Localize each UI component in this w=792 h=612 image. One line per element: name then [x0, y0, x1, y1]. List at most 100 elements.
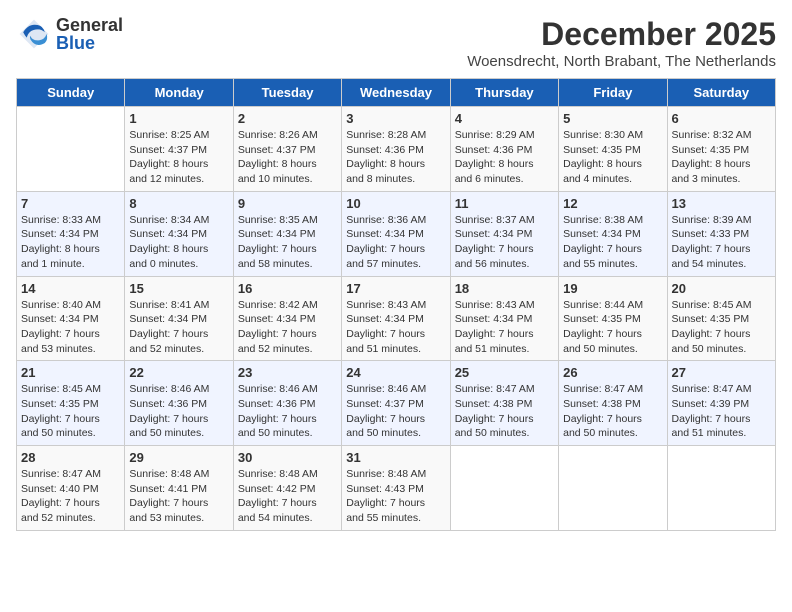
calendar-cell: 4 Sunrise: 8:29 AMSunset: 4:36 PMDaylight… — [450, 107, 558, 192]
day-info: Sunrise: 8:29 AMSunset: 4:36 PMDaylight:… — [455, 128, 554, 187]
day-info: Sunrise: 8:47 AMSunset: 4:38 PMDaylight:… — [455, 382, 554, 441]
day-number: 10 — [346, 196, 445, 211]
weekday-header-tuesday: Tuesday — [233, 79, 341, 107]
day-number: 11 — [455, 196, 554, 211]
weekday-header-thursday: Thursday — [450, 79, 558, 107]
calendar-week-4: 21 Sunrise: 8:45 AMSunset: 4:35 PMDayligh… — [17, 361, 776, 446]
logo-text: General Blue — [56, 16, 123, 52]
calendar-cell: 12 Sunrise: 8:38 AMSunset: 4:34 PMDayligh… — [559, 191, 667, 276]
day-number: 6 — [672, 111, 771, 126]
day-info: Sunrise: 8:43 AMSunset: 4:34 PMDaylight:… — [455, 298, 554, 357]
calendar-cell: 15 Sunrise: 8:41 AMSunset: 4:34 PMDayligh… — [125, 276, 233, 361]
day-info: Sunrise: 8:42 AMSunset: 4:34 PMDaylight:… — [238, 298, 337, 357]
day-number: 28 — [21, 450, 120, 465]
calendar-cell: 6 Sunrise: 8:32 AMSunset: 4:35 PMDaylight… — [667, 107, 775, 192]
day-number: 13 — [672, 196, 771, 211]
day-number: 1 — [129, 111, 228, 126]
calendar-cell — [450, 446, 558, 531]
day-info: Sunrise: 8:41 AMSunset: 4:34 PMDaylight:… — [129, 298, 228, 357]
day-info: Sunrise: 8:25 AMSunset: 4:37 PMDaylight:… — [129, 128, 228, 187]
logo: General Blue — [16, 16, 123, 52]
day-number: 17 — [346, 281, 445, 296]
day-number: 14 — [21, 281, 120, 296]
day-number: 3 — [346, 111, 445, 126]
day-info: Sunrise: 8:48 AMSunset: 4:42 PMDaylight:… — [238, 467, 337, 526]
day-number: 16 — [238, 281, 337, 296]
day-info: Sunrise: 8:47 AMSunset: 4:38 PMDaylight:… — [563, 382, 662, 441]
calendar-cell: 21 Sunrise: 8:45 AMSunset: 4:35 PMDayligh… — [17, 361, 125, 446]
day-number: 30 — [238, 450, 337, 465]
day-info: Sunrise: 8:32 AMSunset: 4:35 PMDaylight:… — [672, 128, 771, 187]
calendar-cell: 13Sunrise: 8:39 AMSunset: 4:33 PMDayligh… — [667, 191, 775, 276]
day-number: 26 — [563, 365, 662, 380]
location-subtitle: Woensdrecht, North Brabant, The Netherla… — [467, 53, 776, 70]
calendar-header: SundayMondayTuesdayWednesdayThursdayFrid… — [17, 79, 776, 107]
day-info: Sunrise: 8:46 AMSunset: 4:36 PMDaylight:… — [238, 382, 337, 441]
day-info: Sunrise: 8:30 AMSunset: 4:35 PMDaylight:… — [563, 128, 662, 187]
calendar-cell: 18 Sunrise: 8:43 AMSunset: 4:34 PMDayligh… — [450, 276, 558, 361]
day-number: 31 — [346, 450, 445, 465]
calendar-cell — [17, 107, 125, 192]
calendar-cell: 30 Sunrise: 8:48 AMSunset: 4:42 PMDayligh… — [233, 446, 341, 531]
day-number: 5 — [563, 111, 662, 126]
day-info: Sunrise: 8:47 AMSunset: 4:40 PMDaylight:… — [21, 467, 120, 526]
day-number: 2 — [238, 111, 337, 126]
day-number: 7 — [21, 196, 120, 211]
day-info: Sunrise: 8:46 AMSunset: 4:37 PMDaylight:… — [346, 382, 445, 441]
day-number: 18 — [455, 281, 554, 296]
day-number: 20 — [672, 281, 771, 296]
day-number: 15 — [129, 281, 228, 296]
day-number: 4 — [455, 111, 554, 126]
month-title: December 2025 — [467, 16, 776, 53]
calendar-week-5: 28 Sunrise: 8:47 AMSunset: 4:40 PMDayligh… — [17, 446, 776, 531]
day-info: Sunrise: 8:48 AMSunset: 4:43 PMDaylight:… — [346, 467, 445, 526]
calendar-cell: 22 Sunrise: 8:46 AMSunset: 4:36 PMDayligh… — [125, 361, 233, 446]
day-number: 29 — [129, 450, 228, 465]
day-number: 25 — [455, 365, 554, 380]
logo-blue: Blue — [56, 34, 123, 52]
calendar-cell: 25 Sunrise: 8:47 AMSunset: 4:38 PMDayligh… — [450, 361, 558, 446]
calendar-cell: 5 Sunrise: 8:30 AMSunset: 4:35 PMDaylight… — [559, 107, 667, 192]
day-info: Sunrise: 8:33 AMSunset: 4:34 PMDaylight:… — [21, 213, 120, 272]
calendar-cell: 31 Sunrise: 8:48 AMSunset: 4:43 PMDayligh… — [342, 446, 450, 531]
calendar-cell: 20Sunrise: 8:45 AMSunset: 4:35 PMDayligh… — [667, 276, 775, 361]
calendar-cell: 3 Sunrise: 8:28 AMSunset: 4:36 PMDaylight… — [342, 107, 450, 192]
day-number: 22 — [129, 365, 228, 380]
calendar-cell — [559, 446, 667, 531]
logo-general: General — [56, 16, 123, 34]
day-number: 8 — [129, 196, 228, 211]
day-number: 12 — [563, 196, 662, 211]
calendar-table: SundayMondayTuesdayWednesdayThursdayFrid… — [16, 78, 776, 531]
calendar-cell: 28 Sunrise: 8:47 AMSunset: 4:40 PMDayligh… — [17, 446, 125, 531]
weekday-header-sunday: Sunday — [17, 79, 125, 107]
calendar-cell: 27Sunrise: 8:47 AMSunset: 4:39 PMDayligh… — [667, 361, 775, 446]
day-info: Sunrise: 8:34 AMSunset: 4:34 PMDaylight:… — [129, 213, 228, 272]
calendar-cell: 2 Sunrise: 8:26 AMSunset: 4:37 PMDaylight… — [233, 107, 341, 192]
calendar-cell: 26 Sunrise: 8:47 AMSunset: 4:38 PMDayligh… — [559, 361, 667, 446]
calendar-cell: 8 Sunrise: 8:34 AMSunset: 4:34 PMDaylight… — [125, 191, 233, 276]
weekday-header-saturday: Saturday — [667, 79, 775, 107]
day-info: Sunrise: 8:45 AMSunset: 4:35 PMDaylight:… — [21, 382, 120, 441]
calendar-cell: 9Sunrise: 8:35 AMSunset: 4:34 PMDaylight… — [233, 191, 341, 276]
day-info: Sunrise: 8:46 AMSunset: 4:36 PMDaylight:… — [129, 382, 228, 441]
calendar-week-1: 1 Sunrise: 8:25 AMSunset: 4:37 PMDaylight… — [17, 107, 776, 192]
calendar-cell — [667, 446, 775, 531]
day-info: Sunrise: 8:36 AMSunset: 4:34 PMDaylight:… — [346, 213, 445, 272]
weekday-header-wednesday: Wednesday — [342, 79, 450, 107]
day-info: Sunrise: 8:26 AMSunset: 4:37 PMDaylight:… — [238, 128, 337, 187]
day-info: Sunrise: 8:43 AMSunset: 4:34 PMDaylight:… — [346, 298, 445, 357]
day-info: Sunrise: 8:28 AMSunset: 4:36 PMDaylight:… — [346, 128, 445, 187]
calendar-cell: 29 Sunrise: 8:48 AMSunset: 4:41 PMDayligh… — [125, 446, 233, 531]
calendar-cell: 19Sunrise: 8:44 AMSunset: 4:35 PMDayligh… — [559, 276, 667, 361]
day-number: 21 — [21, 365, 120, 380]
calendar-cell: 11Sunrise: 8:37 AMSunset: 4:34 PMDayligh… — [450, 191, 558, 276]
calendar-cell: 16 Sunrise: 8:42 AMSunset: 4:34 PMDayligh… — [233, 276, 341, 361]
day-info: Sunrise: 8:38 AMSunset: 4:34 PMDaylight:… — [563, 213, 662, 272]
day-number: 24 — [346, 365, 445, 380]
day-info: Sunrise: 8:40 AMSunset: 4:34 PMDaylight:… — [21, 298, 120, 357]
page-header: General Blue December 2025 Woensdrecht, … — [16, 16, 776, 70]
weekday-header-monday: Monday — [125, 79, 233, 107]
day-info: Sunrise: 8:48 AMSunset: 4:41 PMDaylight:… — [129, 467, 228, 526]
calendar-cell: 24 Sunrise: 8:46 AMSunset: 4:37 PMDayligh… — [342, 361, 450, 446]
day-number: 9 — [238, 196, 337, 211]
